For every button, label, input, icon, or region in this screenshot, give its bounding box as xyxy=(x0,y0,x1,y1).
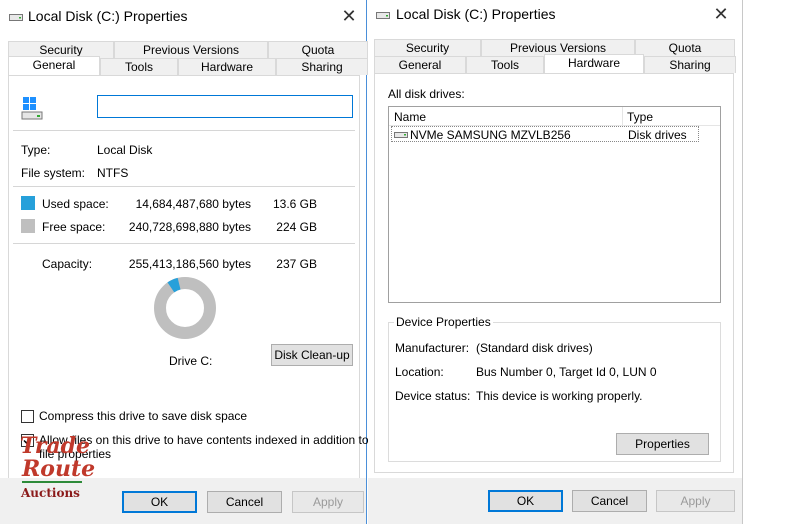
free-space-swatch xyxy=(21,219,35,233)
location-value: Bus Number 0, Target Id 0, LUN 0 xyxy=(476,365,657,379)
tab-hardware[interactable]: Hardware xyxy=(544,54,644,74)
used-space-arc xyxy=(167,277,181,293)
divider xyxy=(13,186,355,187)
trade-route-auctions-logo: Trade Route Auctions xyxy=(20,433,100,505)
apply-button[interactable]: Apply xyxy=(292,491,364,513)
used-space-bytes: 14,684,487,680 bytes xyxy=(135,197,251,211)
tab-quota[interactable]: Quota xyxy=(268,41,368,58)
device-properties-title: Device Properties xyxy=(394,315,493,329)
capacity-label: Capacity: xyxy=(42,257,93,271)
cancel-button[interactable]: Cancel xyxy=(207,491,282,513)
tab-quota[interactable]: Quota xyxy=(635,39,735,56)
windows-drive-icon xyxy=(21,97,43,120)
drive-name-cell: NVMe SAMSUNG MZVLB256 xyxy=(410,128,571,142)
file-system-label: File system: xyxy=(21,166,86,180)
capacity-bytes: 255,413,186,560 bytes xyxy=(128,257,251,271)
logo-line3: Auctions xyxy=(21,486,80,500)
ok-button[interactable]: OK xyxy=(122,491,197,513)
column-header-name[interactable]: Name xyxy=(394,110,426,124)
free-space-label: Free space: xyxy=(42,220,106,234)
close-button[interactable]: ✕ xyxy=(710,3,732,25)
apply-button[interactable]: Apply xyxy=(656,490,735,512)
tab-general[interactable]: General xyxy=(374,56,466,73)
capacity-gb: 237 GB xyxy=(276,257,317,271)
properties-window-hardware: Local Disk (C:) Properties ✕ Security Pr… xyxy=(368,0,743,524)
drive-label: Drive C: xyxy=(169,354,213,368)
free-space-bytes: 240,728,698,880 bytes xyxy=(128,220,251,234)
tab-general[interactable]: General xyxy=(8,56,100,76)
drive-icon xyxy=(376,12,390,19)
drive-name-input[interactable] xyxy=(97,95,353,118)
close-button[interactable]: ✕ xyxy=(338,5,360,27)
tab-row-front: General Tools Hardware Sharing xyxy=(374,54,736,74)
title-bar: Local Disk (C:) Properties ✕ xyxy=(368,0,742,34)
free-space-ring xyxy=(154,277,216,339)
all-disk-drives-label: All disk drives: xyxy=(388,87,465,101)
device-status-value: This device is working properly. xyxy=(476,389,643,403)
drive-type-cell: Disk drives xyxy=(628,128,687,142)
column-divider xyxy=(622,107,623,125)
column-header-type: Type xyxy=(627,110,654,124)
properties-button[interactable]: Properties xyxy=(616,433,709,455)
disk-usage-donut xyxy=(154,277,216,339)
manufacturer-value: (Standard disk drives) xyxy=(476,341,593,355)
ok-button[interactable]: OK xyxy=(488,490,563,512)
window-title: Local Disk (C:) Properties xyxy=(396,6,556,22)
used-space-label: Used space: xyxy=(42,197,109,211)
cancel-button[interactable]: Cancel xyxy=(572,490,647,512)
logo-underline xyxy=(22,481,82,483)
properties-window-general: Local Disk (C:) Properties ✕ Security Pr… xyxy=(0,0,369,524)
divider xyxy=(13,130,355,131)
logo-line2: Route xyxy=(22,456,96,482)
location-label: Location: xyxy=(395,365,444,379)
manufacturer-label: Manufacturer: xyxy=(395,341,470,355)
device-status-label: Device status: xyxy=(395,389,471,403)
tab-tools[interactable]: Tools xyxy=(466,56,544,73)
device-properties-group: Device Properties Manufacturer: (Standar… xyxy=(388,315,721,462)
tab-tools[interactable]: Tools xyxy=(100,58,178,75)
compress-checkbox[interactable] xyxy=(21,410,34,423)
drive-icon xyxy=(9,14,23,21)
tab-sharing[interactable]: Sharing xyxy=(276,58,368,75)
general-panel: Type: Local Disk File system: NTFS Used … xyxy=(8,75,369,480)
tab-row-front: General Tools Hardware Sharing xyxy=(8,56,368,76)
hardware-panel: All disk drives: Name Type NVMe SAMSUNG … xyxy=(374,73,734,473)
disk-drive-icon xyxy=(394,132,408,138)
file-system-value: NTFS xyxy=(97,166,129,180)
dialog-footer: OK Cancel Apply xyxy=(368,478,742,524)
title-bar: Local Disk (C:) Properties ✕ xyxy=(0,0,366,34)
tab-hardware[interactable]: Hardware xyxy=(178,58,276,75)
type-value: Local Disk xyxy=(97,143,153,157)
list-header: Name Type xyxy=(389,107,720,126)
type-label: Type: xyxy=(21,143,51,157)
window-title: Local Disk (C:) Properties xyxy=(28,8,188,24)
table-row[interactable]: NVMe SAMSUNG MZVLB256 Disk drives xyxy=(391,126,699,142)
free-space-gb: 224 GB xyxy=(276,220,317,234)
tab-previous-versions[interactable]: Previous Versions xyxy=(114,41,268,58)
tab-security[interactable]: Security xyxy=(374,39,481,56)
used-space-gb: 13.6 GB xyxy=(272,197,317,211)
used-space-swatch xyxy=(21,196,35,210)
disk-cleanup-button[interactable]: Disk Clean-up xyxy=(271,344,353,366)
disk-drives-list[interactable]: Name Type NVMe SAMSUNG MZVLB256 Disk dri… xyxy=(388,106,721,303)
divider xyxy=(13,243,355,244)
compress-label: Compress this drive to save disk space xyxy=(39,409,248,423)
tab-sharing[interactable]: Sharing xyxy=(644,56,736,73)
